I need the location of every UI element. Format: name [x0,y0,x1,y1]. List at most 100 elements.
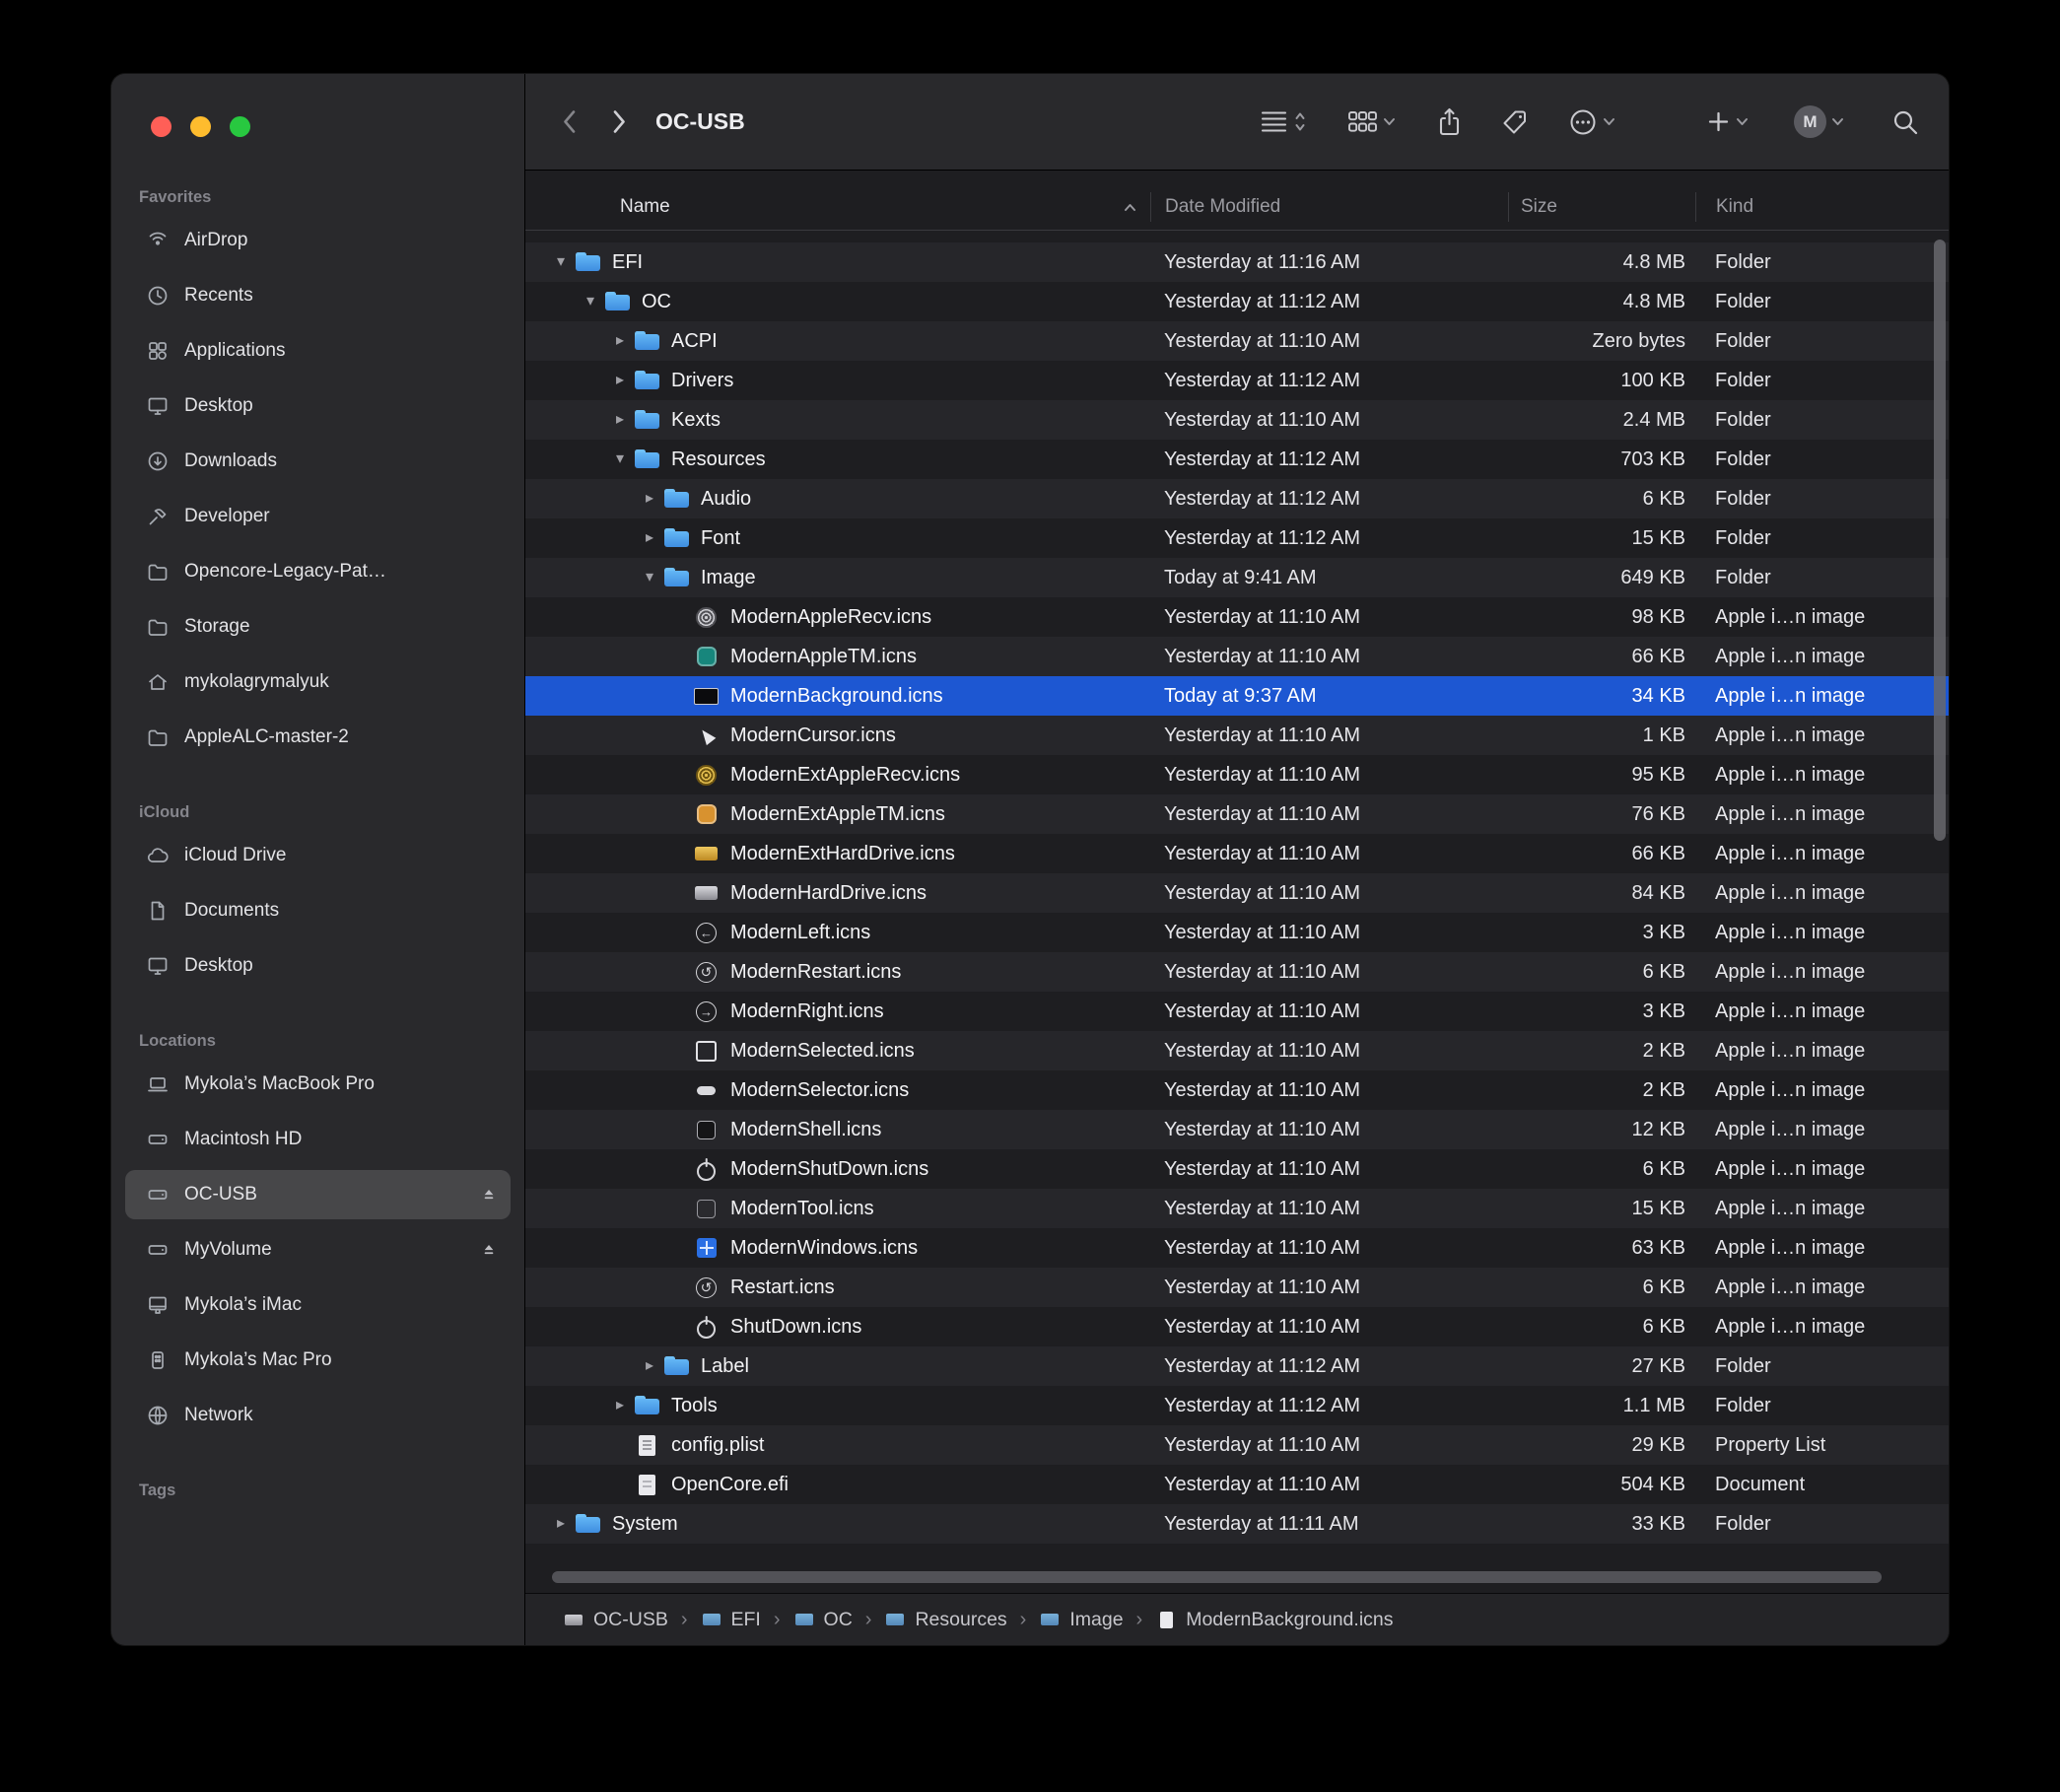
disclosure-closed-icon[interactable]: ▸ [636,1358,663,1374]
group-button[interactable] [1347,109,1396,134]
sidebar-item-recents[interactable]: Recents [125,271,511,320]
close-button[interactable] [151,116,172,137]
file-row[interactable]: ▸SystemYesterday at 11:11 AM33 KBFolder [525,1504,1949,1544]
more-button[interactable] [1568,107,1615,137]
view-options-button[interactable] [1259,108,1306,135]
file-row[interactable]: ModernExtAppleTM.icnsYesterday at 11:10 … [525,794,1949,834]
minimize-button[interactable] [190,116,211,137]
disclosure-closed-icon[interactable]: ▸ [606,333,634,349]
file-row[interactable]: ▸ToolsYesterday at 11:12 AM1.1 MBFolder [525,1386,1949,1425]
file-row[interactable]: ModernTool.icnsYesterday at 11:10 AM15 K… [525,1189,1949,1228]
file-row[interactable]: ModernRight.icnsYesterday at 11:10 AM3 K… [525,992,1949,1031]
sidebar-item-icloud-drive[interactable]: iCloud Drive [125,831,511,880]
file-row[interactable]: ▾ResourcesYesterday at 11:12 AM703 KBFol… [525,440,1949,479]
file-row[interactable]: ModernRestart.icnsYesterday at 11:10 AM6… [525,952,1949,992]
toolbar: OC-USB [525,74,1949,171]
file-row[interactable]: ModernSelected.icnsYesterday at 11:10 AM… [525,1031,1949,1070]
file-row[interactable]: ▸KextsYesterday at 11:10 AM2.4 MBFolder [525,400,1949,440]
back-button[interactable] [561,108,578,135]
disclosure-open-icon[interactable]: ▾ [606,451,634,467]
disclosure-open-icon[interactable]: ▾ [547,254,575,270]
disclosure-closed-icon[interactable]: ▸ [606,1398,634,1413]
file-row[interactable]: ShutDown.icnsYesterday at 11:10 AM6 KBAp… [525,1307,1949,1346]
file-size: 27 KB [1508,1346,1695,1386]
file-row[interactable]: ModernBackground.icnsToday at 9:37 AM34 … [525,676,1949,716]
file-row[interactable]: ModernHardDrive.icnsYesterday at 11:10 A… [525,873,1949,913]
sidebar-item-desktop[interactable]: Desktop [125,941,511,991]
file-row[interactable]: ▾EFIYesterday at 11:16 AM4.8 MBFolder [525,242,1949,282]
sidebar-item-mykola-s-imac[interactable]: Mykola’s iMac [125,1280,511,1330]
file-row[interactable]: ▸LabelYesterday at 11:12 AM27 KBFolder [525,1346,1949,1386]
add-button[interactable] [1706,109,1749,134]
file-row[interactable]: ▸ACPIYesterday at 11:10 AMZero bytesFold… [525,321,1949,361]
disclosure-closed-icon[interactable]: ▸ [606,373,634,388]
file-row[interactable]: ModernSelector.icnsYesterday at 11:10 AM… [525,1070,1949,1110]
file-date: Yesterday at 11:10 AM [1150,1070,1508,1110]
sidebar-item-myvolume[interactable]: MyVolume [125,1225,511,1275]
folder-icon [604,289,631,315]
sidebar-item-desktop[interactable]: Desktop [125,381,511,431]
path-segment-efi[interactable]: EFI [701,1609,761,1631]
file-row[interactable]: ModernAppleTM.icnsYesterday at 11:10 AM6… [525,637,1949,676]
file-row[interactable]: ModernExtHardDrive.icnsYesterday at 11:1… [525,834,1949,873]
zoom-button[interactable] [230,116,250,137]
file-row[interactable]: config.plistYesterday at 11:10 AM29 KBPr… [525,1425,1949,1465]
eject-icon[interactable] [479,1240,499,1260]
file-row[interactable]: ModernShutDown.icnsYesterday at 11:10 AM… [525,1149,1949,1189]
sidebar-item-applealc-master-2[interactable]: AppleALC-master-2 [125,713,511,762]
sidebar-item-macintosh-hd[interactable]: Macintosh HD [125,1115,511,1164]
disclosure-closed-icon[interactable]: ▸ [636,530,663,546]
disclosure-closed-icon[interactable]: ▸ [547,1516,575,1532]
path-segment-resources[interactable]: Resources [884,1609,1006,1631]
path-segment-image[interactable]: Image [1039,1609,1123,1631]
sidebar-item-documents[interactable]: Documents [125,886,511,935]
sidebar-item-mykola-s-macbook-pro[interactable]: Mykola’s MacBook Pro [125,1060,511,1109]
file-row[interactable]: OpenCore.efiYesterday at 11:10 AM504 KBD… [525,1465,1949,1504]
account-button[interactable]: M [1794,105,1844,138]
forward-button[interactable] [611,108,628,135]
horizontal-scrollbar[interactable] [552,1571,1882,1583]
sidebar-item-applications[interactable]: Applications [125,326,511,376]
column-header-kind[interactable]: Kind [1695,192,1949,222]
file-row[interactable]: ▾ImageToday at 9:41 AM649 KBFolder [525,558,1949,597]
disclosure-closed-icon[interactable]: ▸ [636,491,663,507]
sidebar-item-network[interactable]: Network [125,1391,511,1440]
disclosure-open-icon[interactable]: ▾ [577,294,604,310]
eject-icon[interactable] [479,1185,499,1205]
share-button[interactable] [1437,107,1462,137]
sidebar-item-storage[interactable]: Storage [125,602,511,652]
file-row[interactable]: ModernCursor.icnsYesterday at 11:10 AM1 … [525,716,1949,755]
search-button[interactable] [1891,108,1919,136]
path-bar: OC-USB›EFI›OC›Resources›Image›ModernBack… [525,1593,1949,1645]
path-segment-oc[interactable]: OC [793,1609,853,1631]
file-name-cell: ModernShell.icns [525,1110,1150,1149]
column-header-size[interactable]: Size [1508,192,1695,222]
path-segment-oc-usb[interactable]: OC-USB [563,1609,668,1631]
disclosure-closed-icon[interactable]: ▸ [606,412,634,428]
file-row[interactable]: ModernShell.icnsYesterday at 11:10 AM12 … [525,1110,1949,1149]
file-row[interactable]: ModernLeft.icnsYesterday at 11:10 AM3 KB… [525,913,1949,952]
disclosure-open-icon[interactable]: ▾ [636,570,663,586]
file-row[interactable]: ModernWindows.icnsYesterday at 11:10 AM6… [525,1228,1949,1268]
path-segment-modernbackground-icns[interactable]: ModernBackground.icns [1155,1609,1393,1631]
file-row[interactable]: ▸AudioYesterday at 11:12 AM6 KBFolder [525,479,1949,518]
sidebar-item-mykola-s-mac-pro[interactable]: Mykola’s Mac Pro [125,1336,511,1385]
column-header-name[interactable]: Name [525,192,1150,222]
file-row[interactable]: ▸FontYesterday at 11:12 AM15 KBFolder [525,518,1949,558]
file-row[interactable]: ModernExtAppleRecv.icnsYesterday at 11:1… [525,755,1949,794]
sidebar-item-opencore-legacy-pat[interactable]: Opencore-Legacy-Pat… [125,547,511,596]
sidebar-item-oc-usb[interactable]: OC-USB [125,1170,511,1219]
sidebar-item-airdrop[interactable]: AirDrop [125,216,511,265]
vertical-scrollbar[interactable] [1934,240,1946,841]
sidebar-item-developer[interactable]: Developer [125,492,511,541]
file-row[interactable]: ModernAppleRecv.icnsYesterday at 11:10 A… [525,597,1949,637]
column-header-date[interactable]: Date Modified [1150,192,1508,222]
sidebar-item-mykolagrymalyuk[interactable]: mykolagrymalyuk [125,657,511,707]
tags-button[interactable] [1501,108,1529,136]
file-row[interactable]: ▾OCYesterday at 11:12 AM4.8 MBFolder [525,282,1949,321]
sidebar-item-downloads[interactable]: Downloads [125,437,511,486]
file-kind: Apple i…n image [1695,716,1949,755]
file-row[interactable]: Restart.icnsYesterday at 11:10 AM6 KBApp… [525,1268,1949,1307]
file-row[interactable]: ▸DriversYesterday at 11:12 AM100 KBFolde… [525,361,1949,400]
tag-icon [1501,108,1529,136]
